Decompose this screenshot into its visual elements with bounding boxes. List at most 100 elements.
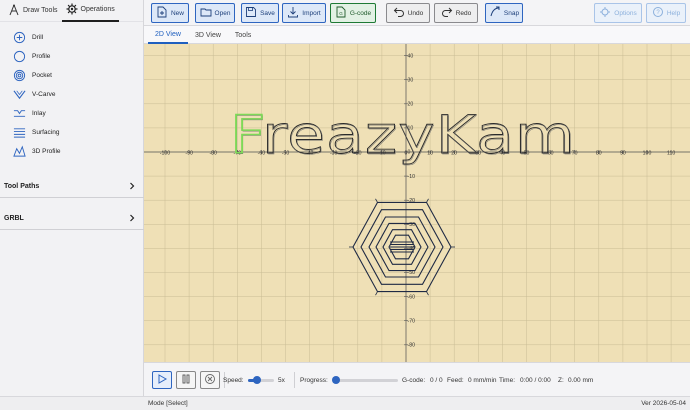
help-icon: ? <box>652 6 664 20</box>
inlay-icon <box>12 107 26 121</box>
x-tick-label: 110 <box>667 151 675 157</box>
help-label: Help <box>666 9 681 17</box>
op-3d-profile-label: 3D Profile <box>32 148 61 155</box>
hexagon-corner-mark <box>375 198 378 203</box>
op-profile[interactable]: Profile <box>0 47 143 66</box>
tab-draw-tools[interactable]: Draw Tools <box>4 0 62 22</box>
speed-label: Speed: <box>223 377 244 384</box>
progress-slider[interactable] <box>332 376 398 384</box>
y-tick-label: -60 <box>408 294 416 300</box>
speed-slider[interactable] <box>248 376 274 384</box>
options-label: Options <box>614 9 637 17</box>
drawing-canvas[interactable]: -100 -90 -80 -70 -60 -50 -40 -30 -20 -10 0 10 20 30 40… <box>144 44 690 362</box>
redo-button[interactable]: Redo <box>434 3 478 23</box>
drill-icon <box>12 31 26 45</box>
view-tabs: 2D View 3D View Tools <box>144 26 690 44</box>
time-label: Time: <box>499 377 516 384</box>
snap-button[interactable]: Snap <box>485 3 523 23</box>
gcode-status-label: G-code: <box>402 377 426 384</box>
grid <box>144 44 690 362</box>
svg-text:?: ? <box>656 10 660 16</box>
hexagon-corner-mark <box>375 291 378 296</box>
hexagon-corner-mark <box>426 291 429 296</box>
play-button[interactable] <box>152 371 172 389</box>
sidebar-tabs: Draw Tools Operations <box>0 0 143 22</box>
3d-profile-icon <box>12 145 26 159</box>
section-tool-paths[interactable]: Tool Paths <box>0 176 144 198</box>
new-button[interactable]: New <box>151 3 189 23</box>
x-tick-label: -80 <box>209 151 217 157</box>
svg-text:G: G <box>339 11 343 16</box>
y-tick-label: -80 <box>408 343 416 349</box>
z-value: 0.00 mm <box>568 377 594 384</box>
section-grbl[interactable]: GRBL <box>0 208 144 230</box>
open-button[interactable]: Open <box>195 3 235 23</box>
x-tick-label: 80 <box>596 151 602 157</box>
op-inlay-label: Inlay <box>32 110 46 117</box>
selected-letter[interactable]: F <box>229 103 266 167</box>
operations-list: Drill Profile Pocket V-Carve Inlay Surfa… <box>0 22 143 161</box>
save-button[interactable]: Save <box>241 3 279 23</box>
section-tool-paths-label: Tool Paths <box>4 183 40 190</box>
y-tick-label: -10 <box>408 174 416 180</box>
sidebar-footer <box>0 396 144 410</box>
gcode-button[interactable]: G G-code <box>330 3 376 23</box>
play-icon <box>156 373 168 387</box>
hexagon-corner-mark <box>426 198 429 203</box>
status-bar: Mode [Select] Ver 2026-05-04 <box>144 396 690 410</box>
import-button[interactable]: Import <box>282 3 326 23</box>
speed-slider-thumb[interactable] <box>253 376 262 384</box>
feed-label: Feed: <box>447 377 464 384</box>
pause-icon <box>180 373 192 387</box>
op-drill-label: Drill <box>32 34 44 41</box>
new-file-icon <box>156 6 168 20</box>
x-tick-label: -90 <box>185 151 193 157</box>
tab-operations[interactable]: Operations <box>61 0 119 22</box>
snap-label: Snap <box>503 9 520 17</box>
stop-icon <box>204 373 216 387</box>
x-tick-label: -100 <box>160 151 170 157</box>
v-carve-icon <box>12 88 26 102</box>
tab-operations-label: Operations <box>80 6 115 13</box>
op-3d-profile[interactable]: 3D Profile <box>0 142 143 161</box>
gcode-file-icon: G <box>335 6 347 20</box>
op-inlay[interactable]: Inlay <box>0 104 143 123</box>
op-pocket[interactable]: Pocket <box>0 66 143 85</box>
op-drill[interactable]: Drill <box>0 28 143 47</box>
stop-button[interactable] <box>200 371 220 389</box>
options-button[interactable]: Options <box>594 3 642 23</box>
profile-icon <box>12 50 26 64</box>
pause-button[interactable] <box>176 371 196 389</box>
tab-3d-view[interactable]: 3D View <box>188 26 228 44</box>
y-tick-label: -20 <box>408 198 416 204</box>
save-icon <box>245 6 257 20</box>
snap-icon <box>489 6 501 20</box>
undo-button[interactable]: Undo <box>386 3 430 23</box>
op-profile-label: Profile <box>32 53 51 60</box>
progress-label: Progress: <box>300 377 328 384</box>
op-pocket-label: Pocket <box>32 72 52 79</box>
tab-2d-view[interactable]: 2D View <box>148 26 188 44</box>
undo-label: Undo <box>407 9 424 17</box>
speed-value: 5x <box>278 377 285 384</box>
op-v-carve-label: V-Carve <box>32 91 56 98</box>
hexagon-pocket[interactable] <box>349 198 455 296</box>
undo-icon <box>393 6 405 20</box>
op-surfacing[interactable]: Surfacing <box>0 123 143 142</box>
canvas-svg[interactable]: -100 -90 -80 -70 -60 -50 -40 -30 -20 -10 0 10 20 30 40… <box>144 44 690 362</box>
version-label: Ver 2026-05-04 <box>641 400 686 407</box>
text-shape-offset: FreazyKam <box>231 105 577 167</box>
help-button[interactable]: ? Help <box>646 3 686 23</box>
folder-icon <box>200 6 212 20</box>
tab-tools[interactable]: Tools <box>228 26 258 44</box>
x-tick-label: 90 <box>620 151 626 157</box>
simulation-controls: Speed: 5x Progress: G-code: 0 / 0 Feed: … <box>144 362 690 396</box>
open-label: Open <box>214 9 231 17</box>
progress-slider-thumb[interactable] <box>332 376 340 384</box>
gear-icon <box>66 3 78 17</box>
axes <box>144 44 690 362</box>
compass-icon <box>8 4 20 18</box>
gcode-label: G-code <box>349 9 372 17</box>
new-label: New <box>170 9 184 17</box>
op-v-carve[interactable]: V-Carve <box>0 85 143 104</box>
